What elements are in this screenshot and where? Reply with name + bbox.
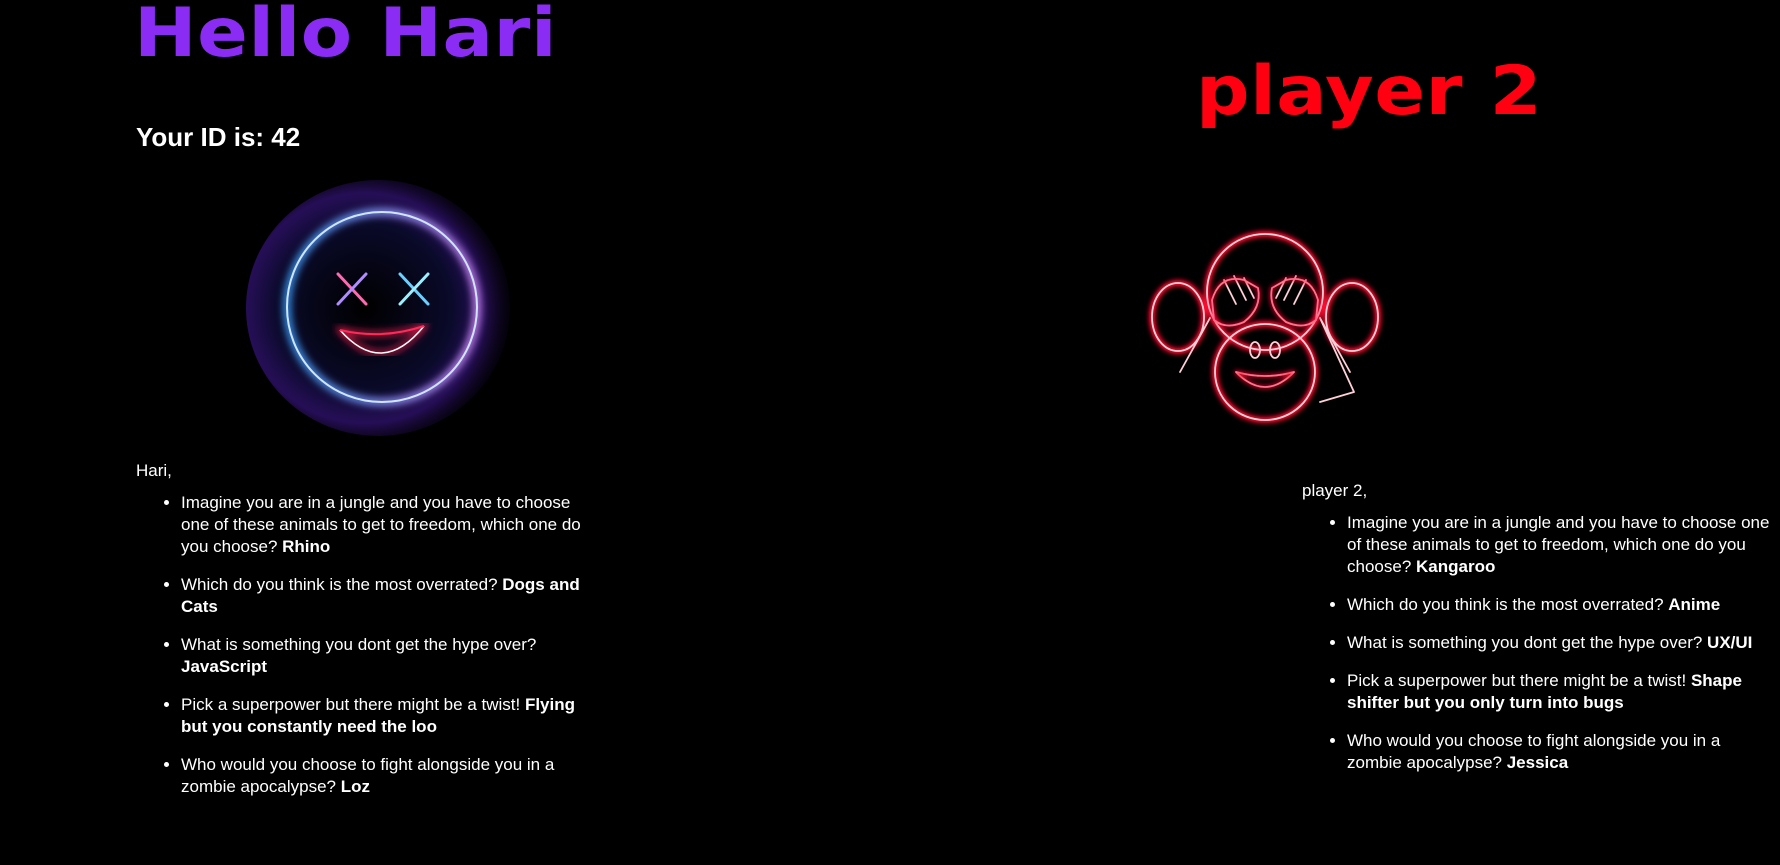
- answer-text: Jessica: [1506, 753, 1569, 772]
- list-item: Which do you think is the most overrated…: [181, 574, 596, 618]
- question-text: What is something you dont get the hype …: [181, 635, 537, 654]
- game-results-page: Hello Hari Your ID is: 42 Hari, • Imagin…: [0, 0, 1780, 865]
- answer-text: Kangaroo: [1416, 557, 1496, 576]
- question-text: Imagine you are in a jungle and you have…: [1347, 513, 1770, 576]
- list-item: Pick a superpower but there might be a t…: [1347, 670, 1772, 714]
- list-item: What is something you dont get the hype …: [1347, 632, 1772, 654]
- question-text: Which do you think is the most overrated…: [181, 575, 503, 594]
- answer-text: Loz: [340, 777, 370, 796]
- player2-greeting: player 2,: [1302, 481, 1368, 500]
- player1-title: Hello Hari: [134, 0, 558, 73]
- question-text: What is something you dont get the hype …: [1347, 633, 1708, 652]
- list-item: Who would you choose to fight alongside …: [181, 754, 596, 798]
- list-item: Imagine you are in a jungle and you have…: [1347, 512, 1772, 578]
- player1-answers-list: Imagine you are in a jungle and you have…: [136, 492, 596, 798]
- player1-answers-block: Hari, Imagine you are in a jungle and yo…: [136, 460, 596, 814]
- list-item: Which do you think is the most overrated…: [1347, 594, 1772, 616]
- player1-greeting: Hari,: [136, 461, 172, 480]
- answer-text: UX/UI: [1707, 633, 1753, 652]
- list-item: Imagine you are in a jungle and you have…: [181, 492, 596, 558]
- neon-x-eyes-smiley-icon: [246, 180, 510, 436]
- neon-see-no-evil-monkey-icon: [1149, 231, 1381, 423]
- list-item: What is something you dont get the hype …: [181, 634, 596, 678]
- answer-text: JavaScript: [181, 657, 267, 676]
- question-text: Which do you think is the most overrated…: [1347, 595, 1669, 614]
- player2-title: player 2: [1196, 52, 1543, 131]
- answer-text: Anime: [1668, 595, 1721, 614]
- player2-answers-list: Imagine you are in a jungle and you have…: [1302, 512, 1772, 774]
- question-text: Imagine you are in a jungle and you have…: [181, 493, 581, 556]
- question-text: Pick a superpower but there might be a t…: [181, 695, 525, 714]
- player2-answers-block: player 2, Imagine you are in a jungle an…: [1302, 480, 1772, 790]
- list-item: Pick a superpower but there might be a t…: [181, 694, 596, 738]
- list-item: Who would you choose to fight alongside …: [1347, 730, 1772, 774]
- player-id-label: Your ID is: 42: [136, 122, 301, 152]
- question-text: Pick a superpower but there might be a t…: [1347, 671, 1691, 690]
- answer-text: Rhino: [282, 537, 331, 556]
